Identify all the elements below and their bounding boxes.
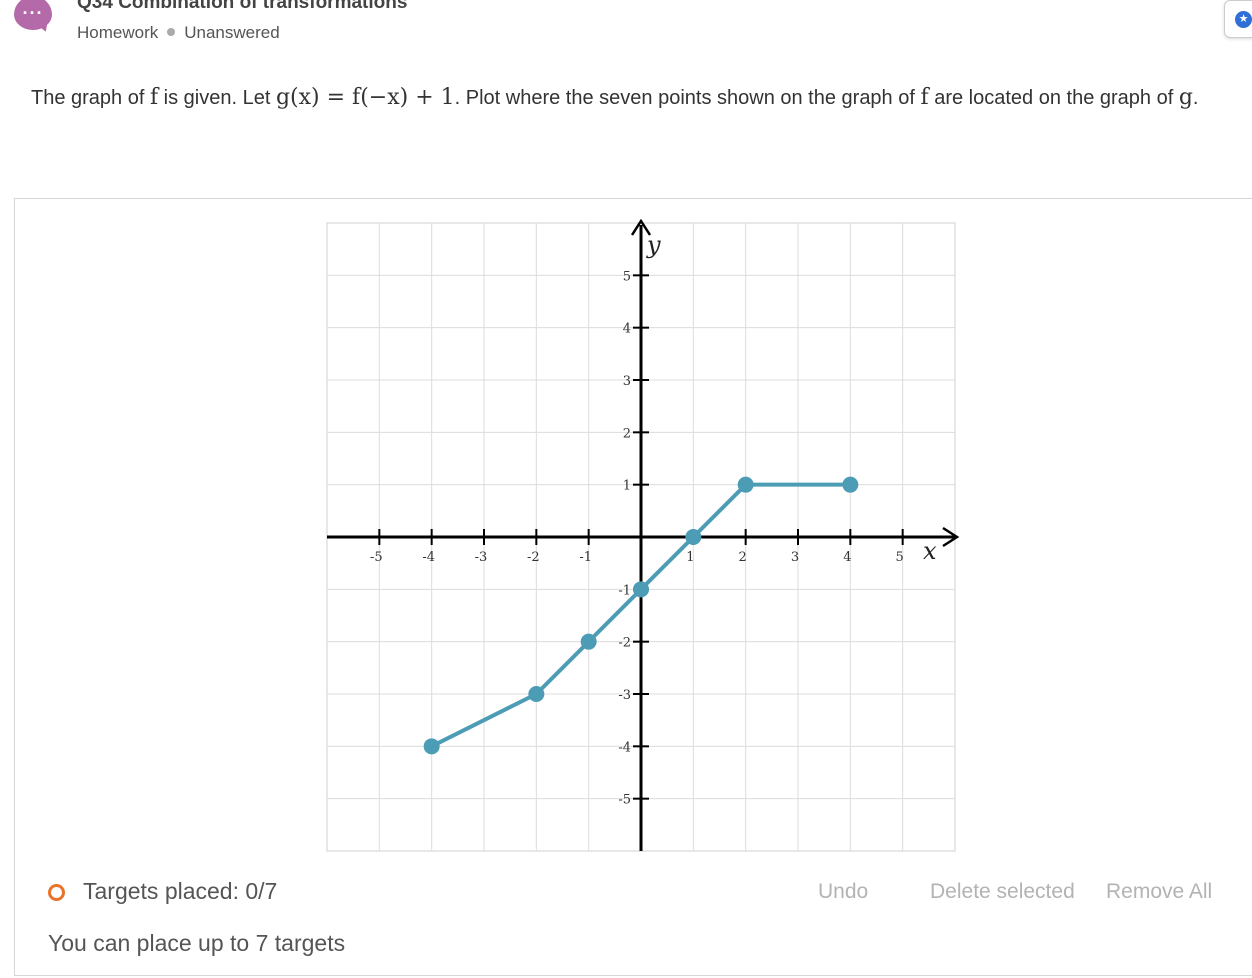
y-tick-label: 4	[623, 322, 631, 337]
x-tick-label: -1	[579, 550, 592, 565]
y-tick-label: 1	[623, 479, 631, 494]
page: ··· Q34 Combination of transformations H…	[0, 0, 1252, 978]
status-ring-icon	[48, 884, 65, 901]
targets-status: Targets placed: 0/7	[48, 878, 277, 905]
delete-selected-button[interactable]: Delete selected	[930, 880, 1075, 904]
data-point	[737, 476, 754, 493]
x-tick-label: 1	[686, 550, 694, 565]
targets-placed-label: Targets placed: 0/7	[83, 878, 278, 904]
data-point	[423, 738, 440, 755]
y-tick-label: -3	[618, 688, 631, 703]
y-tick-label: 3	[623, 374, 631, 389]
data-point	[580, 633, 597, 650]
coordinate-graph[interactable]: -5 -4 -3 -2 -1 1 2 3 4 5 -5 -4 -3 -2 -1 1 2 3 4 5 x y	[0, 0, 1252, 978]
targets-hint: You can place up to 7 targets	[48, 930, 346, 956]
x-tick-label: 2	[739, 550, 747, 565]
y-tick-label: -1	[618, 583, 631, 598]
y-tick-label: 2	[623, 426, 631, 441]
data-point	[685, 529, 702, 545]
x-tick-label: -5	[370, 550, 383, 565]
x-tick-label: 3	[791, 550, 799, 565]
x-tick-label: -4	[422, 550, 435, 565]
y-tick-label: 5	[623, 269, 631, 284]
x-tick-label: -2	[527, 550, 540, 565]
data-point	[842, 476, 859, 493]
x-tick-label: -3	[475, 550, 488, 565]
x-tick-label: 5	[896, 550, 904, 565]
y-tick-label: -5	[618, 793, 631, 808]
x-tick-label: 4	[843, 550, 851, 565]
x-axis-label: x	[923, 537, 937, 565]
data-point	[633, 581, 649, 598]
data-point	[528, 686, 545, 702]
y-tick-label: -4	[618, 740, 631, 755]
undo-button[interactable]: Undo	[818, 880, 868, 904]
y-tick-label: -2	[618, 636, 631, 651]
y-axis-label: y	[646, 231, 661, 259]
remove-all-button[interactable]: Remove All	[1106, 880, 1212, 904]
